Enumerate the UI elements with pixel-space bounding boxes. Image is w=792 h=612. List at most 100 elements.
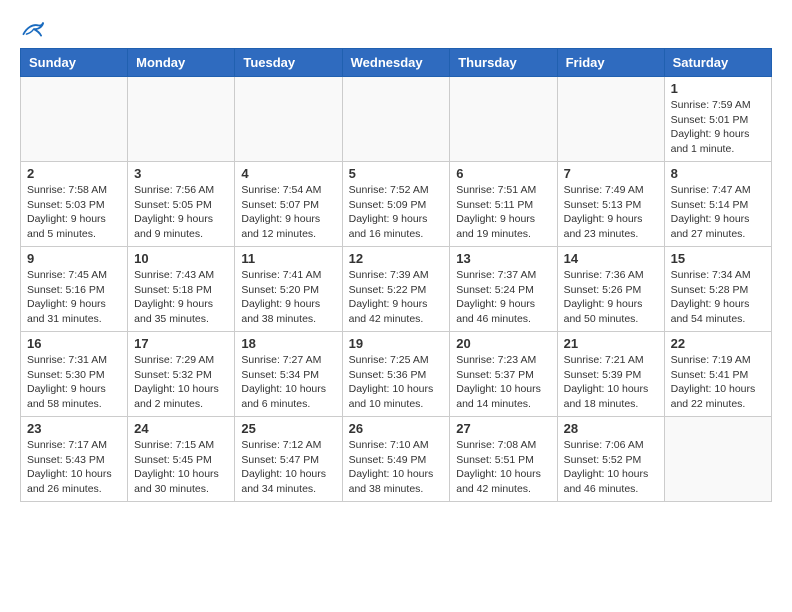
- day-number: 21: [564, 336, 658, 351]
- day-number: 24: [134, 421, 228, 436]
- calendar-cell: [450, 77, 557, 162]
- logo-bird-icon: [22, 20, 44, 38]
- day-number: 9: [27, 251, 121, 266]
- calendar-weekday-wednesday: Wednesday: [342, 49, 450, 77]
- day-number: 14: [564, 251, 658, 266]
- day-info: Sunrise: 7:36 AM Sunset: 5:26 PM Dayligh…: [564, 268, 658, 327]
- calendar-cell: [557, 77, 664, 162]
- day-number: 15: [671, 251, 765, 266]
- day-info: Sunrise: 7:56 AM Sunset: 5:05 PM Dayligh…: [134, 183, 228, 242]
- day-number: 22: [671, 336, 765, 351]
- calendar-cell: 10 Sunrise: 7:43 AM Sunset: 5:18 PM Dayli…: [128, 247, 235, 332]
- calendar-cell: 16 Sunrise: 7:31 AM Sunset: 5:30 PM Dayli…: [21, 332, 128, 417]
- page-header: [20, 20, 772, 38]
- calendar-cell: 18 Sunrise: 7:27 AM Sunset: 5:34 PM Dayli…: [235, 332, 342, 417]
- day-number: 25: [241, 421, 335, 436]
- day-number: 18: [241, 336, 335, 351]
- day-info: Sunrise: 7:19 AM Sunset: 5:41 PM Dayligh…: [671, 353, 765, 412]
- calendar-cell: 11 Sunrise: 7:41 AM Sunset: 5:20 PM Dayli…: [235, 247, 342, 332]
- day-number: 13: [456, 251, 550, 266]
- calendar-week-5: 23 Sunrise: 7:17 AM Sunset: 5:43 PM Dayli…: [21, 417, 772, 502]
- calendar-cell: 28 Sunrise: 7:06 AM Sunset: 5:52 PM Dayli…: [557, 417, 664, 502]
- calendar-week-4: 16 Sunrise: 7:31 AM Sunset: 5:30 PM Dayli…: [21, 332, 772, 417]
- day-info: Sunrise: 7:06 AM Sunset: 5:52 PM Dayligh…: [564, 438, 658, 497]
- day-number: 26: [349, 421, 444, 436]
- calendar-cell: [21, 77, 128, 162]
- day-info: Sunrise: 7:27 AM Sunset: 5:34 PM Dayligh…: [241, 353, 335, 412]
- day-info: Sunrise: 7:08 AM Sunset: 5:51 PM Dayligh…: [456, 438, 550, 497]
- day-number: 20: [456, 336, 550, 351]
- calendar-cell: 8 Sunrise: 7:47 AM Sunset: 5:14 PM Daylig…: [664, 162, 771, 247]
- day-number: 10: [134, 251, 228, 266]
- calendar-cell: 26 Sunrise: 7:10 AM Sunset: 5:49 PM Dayli…: [342, 417, 450, 502]
- day-number: 28: [564, 421, 658, 436]
- calendar-cell: 17 Sunrise: 7:29 AM Sunset: 5:32 PM Dayli…: [128, 332, 235, 417]
- day-number: 17: [134, 336, 228, 351]
- calendar-weekday-tuesday: Tuesday: [235, 49, 342, 77]
- calendar-cell: 3Sunrise: 7:56 AM Sunset: 5:05 PM Daylig…: [128, 162, 235, 247]
- calendar-weekday-friday: Friday: [557, 49, 664, 77]
- day-info: Sunrise: 7:49 AM Sunset: 5:13 PM Dayligh…: [564, 183, 658, 242]
- day-info: Sunrise: 7:31 AM Sunset: 5:30 PM Dayligh…: [27, 353, 121, 412]
- calendar-cell: 13 Sunrise: 7:37 AM Sunset: 5:24 PM Dayli…: [450, 247, 557, 332]
- calendar-cell: [342, 77, 450, 162]
- day-info: Sunrise: 7:47 AM Sunset: 5:14 PM Dayligh…: [671, 183, 765, 242]
- day-info: Sunrise: 7:10 AM Sunset: 5:49 PM Dayligh…: [349, 438, 444, 497]
- day-number: 16: [27, 336, 121, 351]
- day-number: 2: [27, 166, 121, 181]
- calendar-header-row: SundayMondayTuesdayWednesdayThursdayFrid…: [21, 49, 772, 77]
- day-info: Sunrise: 7:51 AM Sunset: 5:11 PM Dayligh…: [456, 183, 550, 242]
- day-info: Sunrise: 7:15 AM Sunset: 5:45 PM Dayligh…: [134, 438, 228, 497]
- day-number: 7: [564, 166, 658, 181]
- calendar-week-3: 9 Sunrise: 7:45 AM Sunset: 5:16 PM Daylig…: [21, 247, 772, 332]
- day-number: 12: [349, 251, 444, 266]
- calendar-cell: 9 Sunrise: 7:45 AM Sunset: 5:16 PM Daylig…: [21, 247, 128, 332]
- day-info: Sunrise: 7:17 AM Sunset: 5:43 PM Dayligh…: [27, 438, 121, 497]
- calendar-cell: 23 Sunrise: 7:17 AM Sunset: 5:43 PM Dayli…: [21, 417, 128, 502]
- calendar-cell: 5 Sunrise: 7:52 AM Sunset: 5:09 PM Daylig…: [342, 162, 450, 247]
- day-info: Sunrise: 7:23 AM Sunset: 5:37 PM Dayligh…: [456, 353, 550, 412]
- day-info: Sunrise: 7:59 AM Sunset: 5:01 PM Dayligh…: [671, 98, 765, 157]
- day-number: 19: [349, 336, 444, 351]
- calendar-week-2: 2 Sunrise: 7:58 AM Sunset: 5:03 PM Daylig…: [21, 162, 772, 247]
- day-info: Sunrise: 7:39 AM Sunset: 5:22 PM Dayligh…: [349, 268, 444, 327]
- logo: [20, 20, 44, 38]
- day-info: Sunrise: 7:52 AM Sunset: 5:09 PM Dayligh…: [349, 183, 444, 242]
- calendar-cell: [235, 77, 342, 162]
- day-number: 27: [456, 421, 550, 436]
- day-info: Sunrise: 7:45 AM Sunset: 5:16 PM Dayligh…: [27, 268, 121, 327]
- calendar-cell: 15 Sunrise: 7:34 AM Sunset: 5:28 PM Dayli…: [664, 247, 771, 332]
- calendar-cell: 22 Sunrise: 7:19 AM Sunset: 5:41 PM Dayli…: [664, 332, 771, 417]
- day-number: 6: [456, 166, 550, 181]
- day-info: Sunrise: 7:43 AM Sunset: 5:18 PM Dayligh…: [134, 268, 228, 327]
- calendar-cell: 14 Sunrise: 7:36 AM Sunset: 5:26 PM Dayli…: [557, 247, 664, 332]
- day-info: Sunrise: 7:12 AM Sunset: 5:47 PM Dayligh…: [241, 438, 335, 497]
- day-info: Sunrise: 7:29 AM Sunset: 5:32 PM Dayligh…: [134, 353, 228, 412]
- calendar-cell: 24 Sunrise: 7:15 AM Sunset: 5:45 PM Dayli…: [128, 417, 235, 502]
- day-number: 11: [241, 251, 335, 266]
- calendar-cell: [664, 417, 771, 502]
- calendar-cell: 19Sunrise: 7:25 AM Sunset: 5:36 PM Dayli…: [342, 332, 450, 417]
- calendar-cell: 2 Sunrise: 7:58 AM Sunset: 5:03 PM Daylig…: [21, 162, 128, 247]
- calendar-weekday-monday: Monday: [128, 49, 235, 77]
- day-number: 8: [671, 166, 765, 181]
- calendar-week-1: 1Sunrise: 7:59 AM Sunset: 5:01 PM Daylig…: [21, 77, 772, 162]
- day-info: Sunrise: 7:54 AM Sunset: 5:07 PM Dayligh…: [241, 183, 335, 242]
- day-number: 5: [349, 166, 444, 181]
- day-info: Sunrise: 7:21 AM Sunset: 5:39 PM Dayligh…: [564, 353, 658, 412]
- calendar-cell: 20 Sunrise: 7:23 AM Sunset: 5:37 PM Dayli…: [450, 332, 557, 417]
- calendar-cell: 1Sunrise: 7:59 AM Sunset: 5:01 PM Daylig…: [664, 77, 771, 162]
- calendar-weekday-thursday: Thursday: [450, 49, 557, 77]
- day-info: Sunrise: 7:37 AM Sunset: 5:24 PM Dayligh…: [456, 268, 550, 327]
- calendar-cell: 21 Sunrise: 7:21 AM Sunset: 5:39 PM Dayli…: [557, 332, 664, 417]
- calendar-cell: 7 Sunrise: 7:49 AM Sunset: 5:13 PM Daylig…: [557, 162, 664, 247]
- day-info: Sunrise: 7:41 AM Sunset: 5:20 PM Dayligh…: [241, 268, 335, 327]
- day-info: Sunrise: 7:58 AM Sunset: 5:03 PM Dayligh…: [27, 183, 121, 242]
- calendar-table: SundayMondayTuesdayWednesdayThursdayFrid…: [20, 48, 772, 502]
- calendar-cell: 27 Sunrise: 7:08 AM Sunset: 5:51 PM Dayli…: [450, 417, 557, 502]
- day-number: 4: [241, 166, 335, 181]
- day-number: 23: [27, 421, 121, 436]
- calendar-weekday-saturday: Saturday: [664, 49, 771, 77]
- calendar-cell: 12 Sunrise: 7:39 AM Sunset: 5:22 PM Dayli…: [342, 247, 450, 332]
- day-info: Sunrise: 7:34 AM Sunset: 5:28 PM Dayligh…: [671, 268, 765, 327]
